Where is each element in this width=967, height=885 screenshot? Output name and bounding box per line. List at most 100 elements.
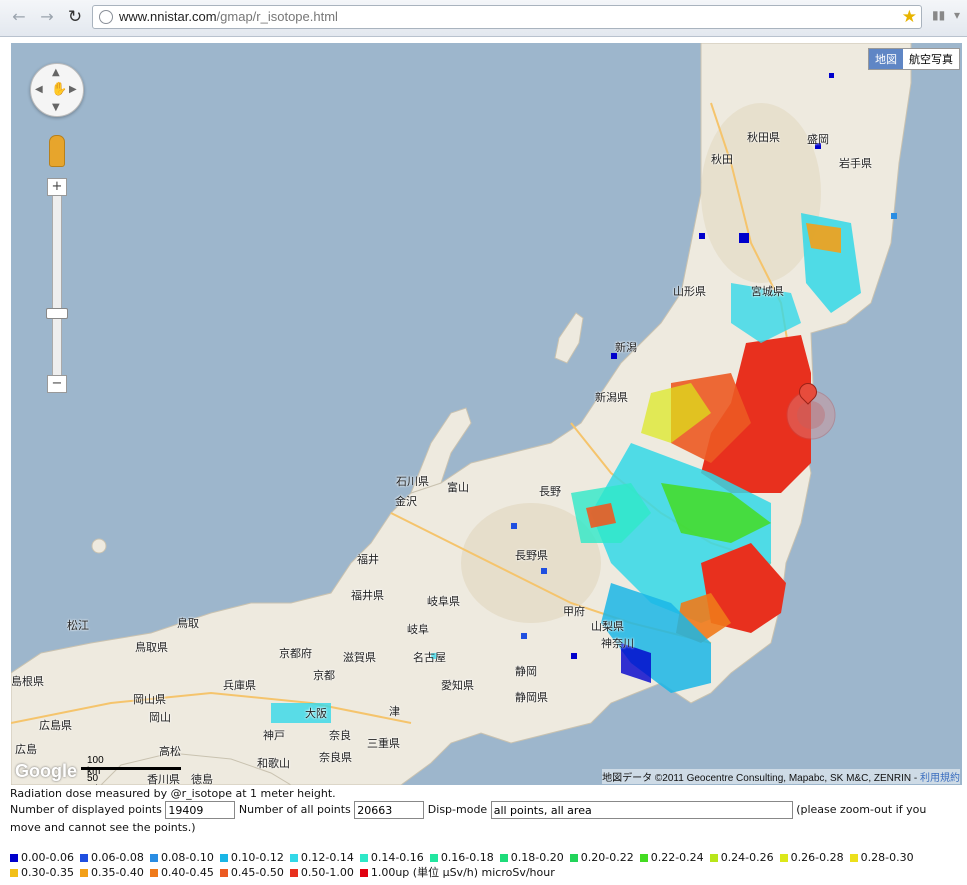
map-label: 石川県 [396, 475, 429, 488]
map-label: 広島県 [39, 719, 72, 732]
displayed-points-label: Number of displayed points [10, 803, 162, 816]
map-label: 高松 [159, 745, 181, 758]
controls-row: Number of displayed points Number of all… [10, 801, 960, 837]
map-label: 山形県 [673, 285, 706, 298]
terms-link[interactable]: 利用規約 [920, 773, 960, 784]
legend-item: 0.24-0.26 [709, 850, 774, 865]
zoom-slider-handle[interactable] [46, 308, 68, 319]
url-path: /gmap/r_isotope.html [216, 9, 338, 24]
map-copyright: 地図データ ©2011 Geocentre Consulting, Mapabc… [602, 769, 960, 784]
copyright-text: 地図データ ©2011 Geocentre Consulting, Mapabc… [602, 773, 920, 784]
pan-up-icon[interactable]: ▲ [52, 67, 60, 78]
legend-item: 0.08-0.10 [149, 850, 214, 865]
legend-item: 0.22-0.24 [639, 850, 704, 865]
legend-swatch [219, 869, 228, 877]
legend-label: 0.08-0.10 [160, 851, 214, 864]
map-label: 静岡 [515, 665, 537, 678]
map-label: 静岡県 [515, 691, 548, 704]
map-label: 島根県 [11, 675, 44, 688]
map-label: 京都 [313, 669, 335, 682]
legend-label: 0.06-0.08 [90, 851, 144, 864]
legend-swatch [149, 869, 158, 877]
all-points-field[interactable] [354, 801, 425, 819]
pan-down-icon[interactable]: ▼ [52, 102, 60, 113]
bookmark-star-icon[interactable]: ★ [902, 6, 917, 28]
legend-item: 0.28-0.30 [849, 850, 914, 865]
map-label: 香川県 [147, 773, 180, 785]
legend-swatch [849, 854, 858, 862]
legend-swatch [359, 854, 368, 862]
legend-swatch [219, 854, 228, 862]
map-label: 滋賀県 [343, 651, 376, 664]
disp-mode-field[interactable] [490, 801, 793, 819]
map-label: 津 [389, 705, 400, 718]
scale-line [81, 767, 181, 770]
legend-swatch [289, 854, 298, 862]
legend-label: 0.14-0.16 [370, 851, 424, 864]
legend-item: 0.45-0.50 [219, 865, 284, 880]
legend-label: 0.30-0.35 [21, 866, 74, 879]
legend-swatch [79, 854, 88, 862]
legend-item: 0.40-0.45 [149, 865, 214, 880]
signal-icon[interactable]: ▮▮ [932, 8, 948, 26]
scale-mi: 50 mi [87, 773, 99, 785]
legend-label: 0.40-0.45 [160, 866, 214, 879]
legend-item: 0.30-0.35 [10, 865, 74, 880]
legend-swatch [569, 854, 578, 862]
map-label: 松江 [67, 619, 89, 632]
legend-swatch [289, 869, 298, 877]
map-label: 盛岡 [807, 133, 829, 146]
legend-swatch [499, 854, 508, 862]
legend-item: 0.14-0.16 [359, 850, 424, 865]
reload-button[interactable]: ↻ [64, 6, 86, 28]
street-view-pegman-icon[interactable] [49, 135, 65, 167]
map-label: 兵庫県 [223, 679, 256, 692]
legend-swatch [10, 869, 18, 877]
map-label: 福井県 [351, 589, 384, 602]
legend-item: 0.00-0.06 [10, 850, 74, 865]
map-label: 名古屋 [413, 651, 446, 664]
legend-item: 0.26-0.28 [779, 850, 844, 865]
pan-control[interactable]: ▲ ▼ ◀ ▶ ✋ [30, 63, 84, 117]
map-base [11, 43, 912, 785]
legend-swatch [149, 854, 158, 862]
all-points-label: Number of all points [238, 803, 351, 816]
map-label: 長野 [539, 485, 561, 498]
back-button[interactable]: ← [8, 6, 30, 28]
disp-mode-label: Disp-mode [427, 803, 488, 816]
map-label: 鳥取 [177, 617, 199, 630]
legend-item: 0.20-0.22 [569, 850, 634, 865]
map-label: 徳島 [191, 773, 213, 785]
map-canvas[interactable]: 秋田県 盛岡 秋田 岩手県 山形県 宮城県 新潟 新潟県 石川県 富山 金沢 長… [11, 43, 962, 785]
legend-item: 0.12-0.14 [289, 850, 354, 865]
legend-swatch [79, 869, 88, 877]
dose-legend: 0.00-0.06 0.06-0.08 0.08-0.10 0.10-0.12 0.12… [10, 850, 960, 880]
map-type-control: 地図 航空写真 [868, 48, 960, 70]
zoom-out-button[interactable]: − [47, 375, 67, 393]
map-label: 岡山 [149, 711, 171, 724]
zoom-slider-track[interactable] [52, 185, 62, 389]
legend-item: 1.00up (単位 μSv/h) microSv/hour [359, 865, 555, 880]
map-type-satellite-button[interactable]: 航空写真 [903, 49, 959, 69]
legend-swatch [639, 854, 648, 862]
legend-label: 0.26-0.28 [790, 851, 844, 864]
google-logo[interactable]: Google [15, 761, 77, 782]
address-bar[interactable]: www.nnistar.com/gmap/r_isotope.html ★ [92, 5, 922, 29]
legend-label: 0.45-0.50 [230, 866, 284, 879]
legend-label: 0.18-0.20 [510, 851, 564, 864]
legend-swatch [779, 854, 788, 862]
map-label: 秋田県 [747, 131, 780, 144]
zoom-in-button[interactable]: + [47, 178, 67, 196]
map-label: 岐阜 [407, 623, 429, 636]
wrench-icon[interactable]: ▾ [954, 8, 967, 26]
pan-left-icon[interactable]: ◀ [35, 84, 43, 95]
displayed-points-field[interactable] [165, 801, 236, 819]
map-type-map-button[interactable]: 地図 [869, 49, 903, 69]
map-label: 神戸 [263, 729, 285, 742]
url-text: www.nnistar.com/gmap/r_isotope.html [119, 9, 338, 24]
legend-item: 0.50-1.00 [289, 865, 354, 880]
map-label: 三重県 [367, 737, 400, 750]
forward-button[interactable]: → [36, 6, 58, 28]
pan-right-icon[interactable]: ▶ [69, 84, 77, 95]
legend-swatch [709, 854, 718, 862]
